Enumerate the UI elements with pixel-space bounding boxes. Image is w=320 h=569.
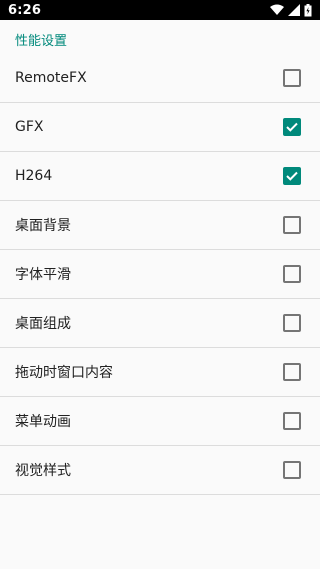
checkbox[interactable] (283, 412, 301, 430)
preference-row-font-smoothing[interactable]: 字体平滑 (0, 250, 320, 299)
checkmark-icon (286, 122, 298, 132)
preference-row-desktop-composition[interactable]: 桌面组成 (0, 299, 320, 348)
preference-list: RemoteFX GFX H264 桌面背景字体平滑桌面组成拖动时窗口内容 菜单动画视觉… (0, 53, 320, 495)
checkbox[interactable] (283, 167, 301, 185)
preference-row-menu-animation[interactable]: 菜单动画 (0, 397, 320, 446)
preference-row-h264[interactable]: H264 (0, 152, 320, 201)
preference-label: 菜单动画 (15, 414, 71, 430)
preference-row-visual-styles[interactable]: 视觉样式 (0, 446, 320, 495)
preference-label: H264 (15, 168, 53, 184)
preference-row-window-drag-contents[interactable]: 拖动时窗口内容 (0, 348, 320, 397)
status-bar: 6:26 (0, 0, 320, 20)
preference-label: 拖动时窗口内容 (15, 365, 113, 381)
preference-label: RemoteFX (15, 69, 87, 86)
preference-label: 桌面背景 (15, 218, 71, 234)
checkbox[interactable] (283, 461, 301, 479)
status-time: 6:26 (8, 2, 42, 18)
checkbox[interactable] (283, 118, 301, 136)
checkbox[interactable] (283, 363, 301, 381)
preference-label: GFX (15, 119, 44, 135)
wifi-icon (270, 4, 284, 16)
preference-label: 视觉样式 (15, 463, 71, 479)
cellular-signal-icon (288, 4, 300, 16)
preference-row-gfx[interactable]: GFX (0, 103, 320, 152)
section-title-performance-settings: 性能设置 (15, 34, 68, 49)
preference-label: 字体平滑 (15, 267, 71, 283)
status-icons (270, 3, 312, 17)
battery-charging-icon (304, 3, 312, 17)
preference-row-remotefx[interactable]: RemoteFX (0, 53, 320, 103)
preference-label: 桌面组成 (15, 316, 71, 332)
preference-row-desktop-background[interactable]: 桌面背景 (0, 201, 320, 250)
checkbox[interactable] (283, 314, 301, 332)
checkmark-icon (286, 171, 298, 181)
checkbox[interactable] (283, 265, 301, 283)
checkbox[interactable] (283, 68, 301, 87)
checkbox[interactable] (283, 216, 301, 234)
